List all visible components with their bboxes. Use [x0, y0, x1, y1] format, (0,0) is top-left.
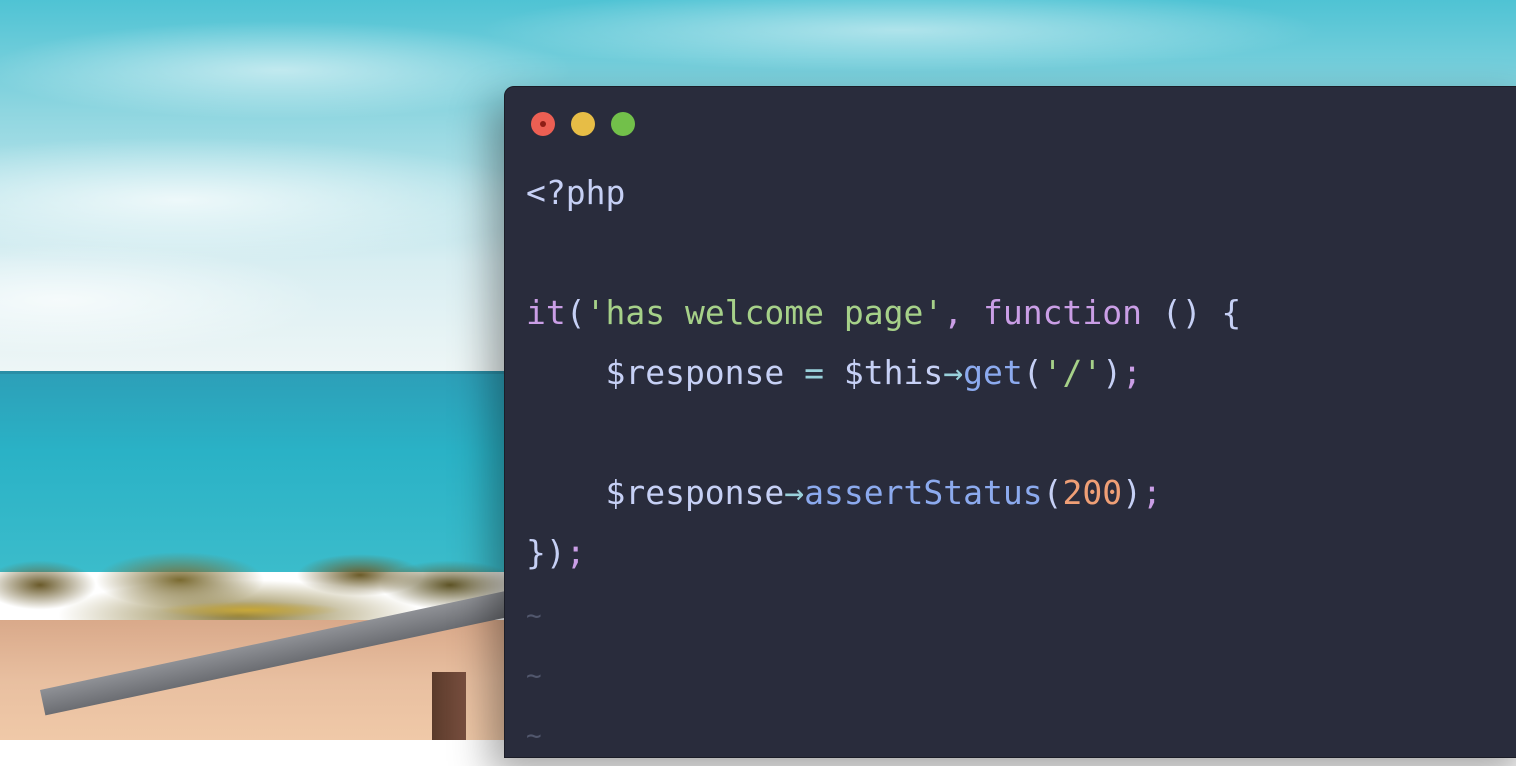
code-line[interactable]: $response = $this→get('/');: [526, 343, 1241, 403]
code-token: ;: [1122, 353, 1142, 392]
code-token: () {: [1141, 293, 1242, 332]
empty-line-marker: ~: [526, 601, 542, 631]
code-token: ): [1102, 353, 1123, 392]
code-token: function: [983, 293, 1142, 332]
code-token: (: [1022, 353, 1043, 392]
code-token: it: [526, 293, 566, 332]
code-editor-window[interactable]: <?php it('has welcome page', function () …: [504, 86, 1516, 758]
code-line[interactable]: ~: [526, 583, 1241, 643]
code-token: }): [526, 533, 566, 572]
code-token: <?php: [526, 173, 626, 212]
code-line[interactable]: $response→assertStatus(200);: [526, 463, 1241, 523]
wallpaper-fence-post: [432, 672, 466, 740]
close-glyph: [540, 121, 546, 127]
code-line[interactable]: ~: [526, 703, 1241, 763]
code-line[interactable]: it('has welcome page', function () {: [526, 283, 1241, 343]
code-token: ): [1122, 473, 1142, 512]
code-token: ;: [1141, 473, 1162, 512]
empty-line-marker: ~: [526, 661, 542, 691]
code-token: get: [963, 353, 1023, 392]
code-token: $response: [526, 473, 785, 512]
window-controls: [531, 112, 635, 136]
code-token: →: [784, 473, 805, 512]
close-icon[interactable]: [531, 112, 555, 136]
code-line[interactable]: ~: [526, 643, 1241, 703]
code-token: ,: [943, 293, 983, 332]
code-token: =: [784, 353, 844, 392]
code-token: ;: [565, 533, 586, 572]
code-line[interactable]: [526, 403, 1241, 463]
code-token: (: [1042, 473, 1063, 512]
code-token: (: [565, 293, 586, 332]
code-token: '/': [1042, 353, 1103, 392]
empty-line-marker: ~: [526, 721, 542, 751]
code-line[interactable]: <?php: [526, 163, 1241, 223]
code-token: →: [943, 353, 964, 392]
code-token: $this: [843, 353, 944, 392]
code-area[interactable]: <?php it('has welcome page', function () …: [526, 163, 1241, 763]
code-token: 200: [1062, 473, 1123, 512]
code-token: 'has welcome page': [585, 293, 944, 332]
code-line[interactable]: [526, 223, 1241, 283]
code-token: $response: [526, 353, 785, 392]
code-token: assertStatus: [804, 473, 1043, 512]
zoom-icon[interactable]: [611, 112, 635, 136]
minimize-icon[interactable]: [571, 112, 595, 136]
code-line[interactable]: });: [526, 523, 1241, 583]
